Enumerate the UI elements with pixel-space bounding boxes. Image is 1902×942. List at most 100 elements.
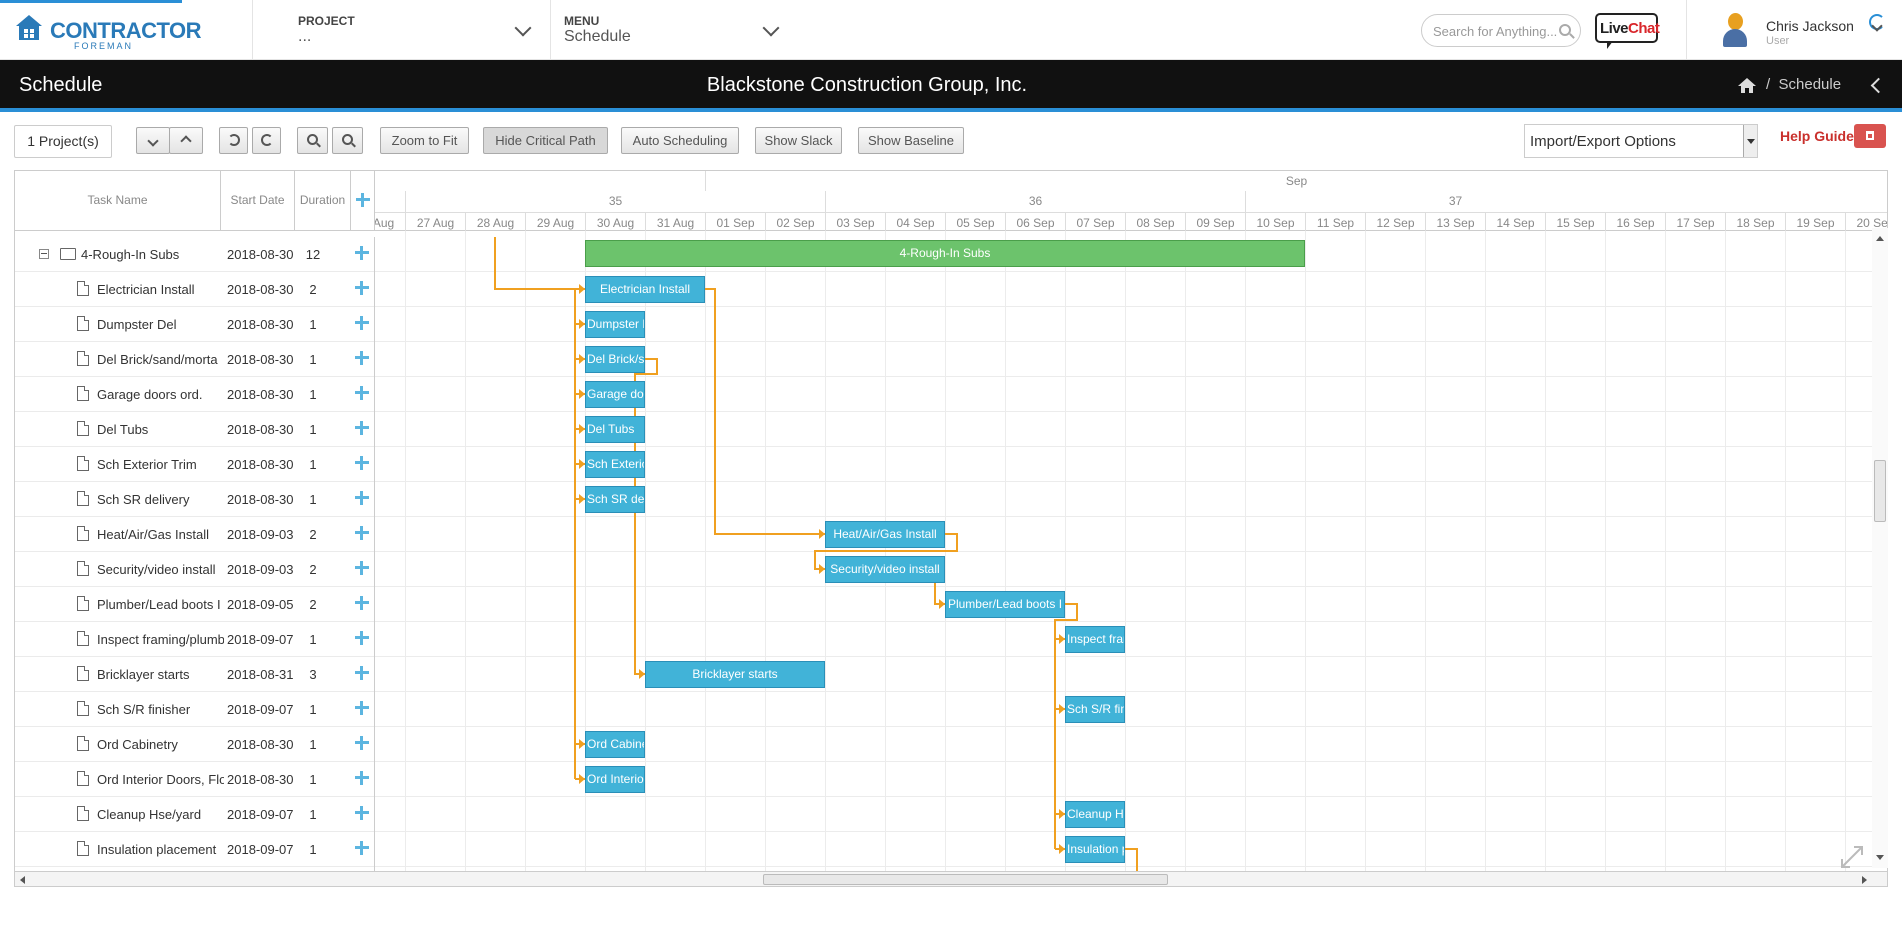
zoom-out-button[interactable] [332, 127, 363, 154]
table-row[interactable]: Ord Interior Doors, Flo 2018-08-30 1 [15, 762, 374, 797]
auto-scheduling-button[interactable]: Auto Scheduling [621, 127, 739, 154]
add-task-icon[interactable] [352, 189, 374, 211]
task-bar[interactable]: Sch S/R finisher [1065, 696, 1125, 723]
add-subtask-icon[interactable] [355, 841, 369, 855]
task-bar[interactable]: Del Tubs [585, 416, 645, 443]
task-duration: 1 [309, 702, 317, 717]
summary-bar[interactable]: 4-Rough-In Subs [585, 240, 1305, 267]
expand-all-button[interactable] [169, 127, 203, 154]
table-row[interactable]: Plumber/Lead boots I 2018-09-05 2 [15, 587, 374, 622]
table-row[interactable]: Bricklayer starts 2018-08-31 3 [15, 657, 374, 692]
task-bar[interactable]: Dumpster Del [585, 311, 645, 338]
show-baseline-button[interactable]: Show Baseline [858, 127, 964, 154]
table-row[interactable]: Ord Cabinetry 2018-08-30 1 [15, 727, 374, 762]
collapse-all-button[interactable] [136, 127, 170, 154]
redo-button[interactable] [252, 127, 281, 154]
add-subtask-icon[interactable] [355, 596, 369, 610]
horizontal-scroll-thumb[interactable] [763, 874, 1168, 885]
column-task-name[interactable]: Task Name [15, 171, 221, 231]
task-bar[interactable]: Del Brick/sand/mortar [585, 346, 645, 373]
table-row[interactable]: Insulation placement 2018-09-07 1 [15, 832, 374, 867]
user-avatar[interactable] [1722, 13, 1748, 47]
table-row[interactable]: Del Tubs 2018-08-30 1 [15, 412, 374, 447]
task-bar[interactable]: Ord Interior Doors, Flo [585, 766, 645, 793]
add-subtask-icon[interactable] [355, 246, 369, 260]
scroll-right-icon[interactable] [1862, 876, 1867, 884]
contractor-foreman-logo[interactable]: CONTRACTOR FOREMAN [14, 10, 202, 51]
add-subtask-icon[interactable] [355, 386, 369, 400]
add-subtask-icon[interactable] [355, 701, 369, 715]
table-row[interactable]: Del Brick/sand/morta 2018-08-30 1 [15, 342, 374, 377]
scroll-down-icon[interactable] [1876, 855, 1884, 860]
task-name: Electrician Install [97, 282, 195, 297]
search-icon[interactable] [1559, 24, 1571, 36]
livechat-button[interactable]: LiveChat [1595, 13, 1660, 49]
table-row[interactable]: Cleanup Hse/yard 2018-09-07 1 [15, 797, 374, 832]
add-subtask-icon[interactable] [355, 771, 369, 785]
projects-button[interactable]: 1 Project(s) [14, 125, 112, 158]
breadcrumb: / Schedule [1766, 76, 1841, 93]
table-row[interactable]: Garage doors ord. 2018-08-30 1 [15, 377, 374, 412]
project-dropdown[interactable]: PROJECT ... [253, 0, 550, 60]
task-bar[interactable]: Inspect framing/plumb [1065, 626, 1125, 653]
add-subtask-icon[interactable] [355, 491, 369, 505]
task-bar[interactable]: Sch Exterior Trim [585, 451, 645, 478]
add-subtask-icon[interactable] [355, 631, 369, 645]
zoom-in-button[interactable] [297, 127, 328, 154]
task-bar[interactable]: Cleanup Hse/yard [1065, 801, 1125, 828]
add-subtask-icon[interactable] [355, 736, 369, 750]
task-bar[interactable]: Insulation placement [1065, 836, 1125, 863]
table-row[interactable]: Heat/Air/Gas Install 2018-09-03 2 [15, 517, 374, 552]
column-duration[interactable]: Duration [295, 171, 351, 231]
table-row[interactable]: Inspect framing/plumb 2018-09-07 1 [15, 622, 374, 657]
add-subtask-icon[interactable] [355, 526, 369, 540]
task-bar[interactable]: Electrician Install [585, 276, 705, 303]
table-row[interactable]: Sch SR delivery 2018-08-30 1 [15, 482, 374, 517]
user-name[interactable]: Chris Jackson [1766, 18, 1854, 34]
home-icon[interactable] [1738, 78, 1756, 93]
task-bar[interactable]: Ord Cabinetry [585, 731, 645, 758]
task-bar[interactable]: Plumber/Lead boots I [945, 591, 1065, 618]
scroll-up-icon[interactable] [1876, 236, 1884, 241]
add-subtask-icon[interactable] [355, 561, 369, 575]
table-row[interactable]: Sch Exterior Trim 2018-08-30 1 [15, 447, 374, 482]
collapse-back-icon[interactable] [1870, 77, 1887, 94]
task-duration: 3 [309, 667, 317, 682]
add-subtask-icon[interactable] [355, 421, 369, 435]
add-subtask-icon[interactable] [355, 806, 369, 820]
task-bar[interactable]: Bricklayer starts [645, 661, 825, 688]
vertical-scroll-thumb[interactable] [1874, 460, 1886, 522]
task-bar[interactable]: Garage doors ord. [585, 381, 645, 408]
table-row[interactable]: Dumpster Del 2018-08-30 1 [15, 307, 374, 342]
task-bar[interactable]: Heat/Air/Gas Install [825, 521, 945, 548]
table-row[interactable]: Sch S/R finisher 2018-09-07 1 [15, 692, 374, 727]
collapse-icon[interactable] [39, 249, 49, 259]
table-row[interactable]: 4-Rough-In Subs 2018-08-30 12 [15, 237, 374, 272]
menu-value: Schedule [564, 28, 631, 45]
search-input[interactable]: Search for Anything... [1421, 14, 1581, 47]
table-row[interactable]: Security/video install 2018-09-03 2 [15, 552, 374, 587]
show-slack-button[interactable]: Show Slack [755, 127, 842, 154]
vertical-scrollbar[interactable] [1872, 228, 1888, 868]
column-start-date[interactable]: Start Date [221, 171, 295, 231]
table-row[interactable]: Electrician Install 2018-08-30 2 [15, 272, 374, 307]
zoom-to-fit-button[interactable]: Zoom to Fit [380, 127, 469, 154]
undo-button[interactable] [219, 127, 248, 154]
scroll-left-icon[interactable] [20, 876, 25, 884]
task-bar[interactable]: Security/video install [825, 556, 945, 583]
task-bar[interactable]: Sch SR delivery [585, 486, 645, 513]
add-subtask-icon[interactable] [355, 351, 369, 365]
hide-critical-path-button[interactable]: Hide Critical Path [483, 127, 608, 154]
help-guide-link[interactable]: Help Guide [1780, 128, 1854, 144]
file-icon [77, 841, 89, 856]
add-subtask-icon[interactable] [355, 666, 369, 680]
fullscreen-expand-icon[interactable] [1838, 843, 1866, 871]
import-export-select[interactable]: Import/Export Options [1524, 124, 1758, 158]
horizontal-scrollbar[interactable] [15, 871, 1887, 886]
file-icon [77, 666, 89, 681]
add-subtask-icon[interactable] [355, 281, 369, 295]
add-subtask-icon[interactable] [355, 456, 369, 470]
menu-dropdown[interactable]: MENU Schedule [551, 0, 791, 60]
add-subtask-icon[interactable] [355, 316, 369, 330]
help-delete-button[interactable] [1854, 124, 1886, 148]
